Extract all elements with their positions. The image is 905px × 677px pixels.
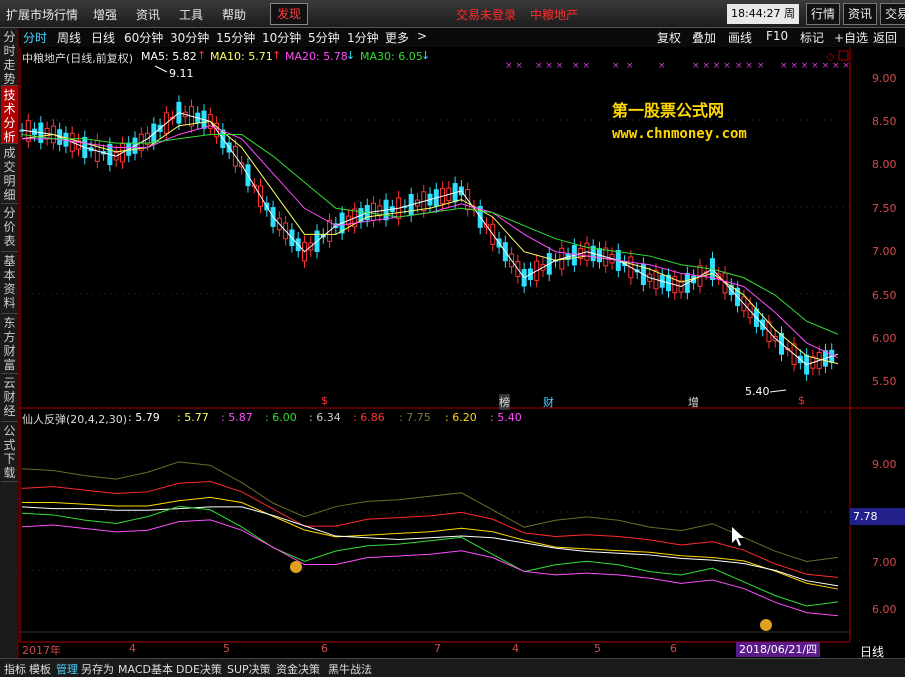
svg-text:×: × (658, 61, 666, 71)
indicator-title: 仙人反弹(20,4,2,30) (22, 413, 128, 426)
bottom-tab-bull[interactable]: 黑牛战法 (328, 661, 372, 677)
down-arrow-icon: ↓ (421, 49, 431, 62)
up-arrow-icon: ↑ (272, 49, 282, 62)
close-icon[interactable] (838, 50, 849, 61)
hand-signal-icon (760, 619, 772, 631)
indicator-value-9: : 5.40 (490, 411, 522, 424)
y-tick: 9.00 (872, 72, 897, 85)
x-tick: 4 (512, 642, 519, 655)
indicator-line (21, 519, 839, 617)
y-tick: 8.00 (872, 158, 897, 171)
bottom-tab-sup[interactable]: SUP决策 (227, 661, 271, 677)
bottom-tab-fund[interactable]: 资金决策 (276, 661, 320, 677)
watermark-url: www.chnmoney.com (612, 126, 747, 142)
event-dividend-marker[interactable]: $ (321, 394, 328, 407)
bottom-tab-indicator[interactable]: 指标 (4, 661, 26, 677)
watermark-name: 第一股票公式网 (612, 101, 725, 120)
svg-text:× × ×: × × × (535, 61, 563, 71)
indicator-line (21, 506, 839, 587)
sub-y-tick: 7.00 (872, 556, 897, 569)
event-list-marker[interactable]: 榜 (499, 394, 510, 410)
y-tick: 5.50 (872, 375, 897, 388)
x-tick: 2017年 (22, 644, 61, 657)
bottom-tab-macd[interactable]: MACD基本 (118, 661, 173, 677)
ma-line-ma10 (21, 120, 839, 365)
diamond-icon[interactable]: ◇ (826, 50, 835, 63)
hand-signal-icon (290, 561, 302, 573)
ma-line-ma5 (21, 112, 839, 366)
y-tick: 6.00 (872, 332, 897, 345)
indicator-value-5: : 6.34 (309, 411, 341, 424)
ma-line-ma30 (21, 133, 839, 335)
sub-y-tick: 6.00 (872, 603, 897, 616)
svg-text:× ×: × × (735, 61, 753, 71)
svg-text:× ×: × × (572, 61, 590, 71)
indicator-value-2: : 5.77 (177, 411, 209, 424)
indicator-value-7: : 7.75 (399, 411, 431, 424)
indicator-line (22, 496, 839, 590)
ma20-legend: MA20: 5.78 (285, 50, 348, 63)
indicator-lines (21, 461, 839, 617)
event-dividend-marker[interactable]: $ (798, 394, 805, 407)
low-arrow (769, 389, 787, 393)
event-finance-marker[interactable]: 财 (543, 394, 554, 410)
cursor-date-label: 2018/06/21/四 (736, 642, 821, 657)
indicator-value-4: : 6.00 (265, 411, 297, 424)
high-price-label: 9.11 (169, 67, 194, 80)
x-tick: 6 (670, 642, 677, 655)
y-tick: 8.50 (872, 115, 897, 128)
moving-average-lines (21, 112, 839, 366)
crosshair-value-badge: 7.78 (850, 508, 905, 525)
svg-text:× × × ×: × × × × (692, 61, 731, 71)
high-arrow (154, 65, 168, 73)
bottom-tab-template[interactable]: 模板 (29, 661, 51, 677)
x-tick: 4 (129, 642, 136, 655)
y-tick: 6.50 (872, 289, 897, 302)
indicator-value-1: : 5.79 (128, 411, 160, 424)
svg-text:×: × (612, 61, 620, 71)
signal-markers: × × × × × × × × × × × × × × × × × × × × × × × … (505, 61, 850, 71)
ma10-legend: MA10: 5.71 (210, 50, 273, 63)
svg-text:×: × (757, 61, 765, 71)
ma-line-ma20 (22, 125, 839, 359)
y-tick: 7.00 (872, 245, 897, 258)
svg-text:×: × (626, 61, 634, 71)
low-price-label: 5.40 (745, 385, 770, 398)
indicator-value-6: : 6.86 (353, 411, 385, 424)
x-tick: 6 (321, 642, 328, 655)
down-arrow-icon: ↓ (346, 49, 356, 62)
x-tick: 7 (434, 642, 441, 655)
bottom-tab-save-as[interactable]: 另存为 (81, 661, 114, 677)
bottom-tab-manage[interactable]: 管理 (56, 661, 78, 677)
indicator-line (21, 505, 839, 607)
up-arrow-icon: ↑ (197, 49, 207, 62)
grid (20, 119, 850, 571)
indicator-value-3: : 5.87 (221, 411, 253, 424)
main-chart-title: 中粮地产(日线,前复权) (22, 52, 134, 65)
event-increase-marker[interactable]: 增 (688, 394, 699, 410)
mouse-cursor-icon (732, 527, 744, 546)
indicator-value-8: : 6.20 (445, 411, 477, 424)
x-tick: 5 (223, 642, 230, 655)
sub-y-tick: 9.00 (872, 458, 897, 471)
ma5-legend: MA5: 5.82 (141, 50, 197, 63)
bottom-tab-bar: 指标 模板 管理 另存为 MACD基本 DDE决策 SUP决策 资金决策 黑牛战… (0, 658, 905, 677)
svg-text:× ×: × × (505, 61, 523, 71)
x-tick: 5 (594, 642, 601, 655)
y-tick: 7.50 (872, 202, 897, 215)
kline-chart[interactable]: × × × × × × × × × × × × × × × × × × × × × × × … (0, 0, 905, 677)
bottom-tab-dde[interactable]: DDE决策 (176, 661, 222, 677)
ma30-legend: MA30: 6.05 (360, 50, 423, 63)
svg-text:× × × × × × ×: × × × × × × × (780, 61, 850, 71)
